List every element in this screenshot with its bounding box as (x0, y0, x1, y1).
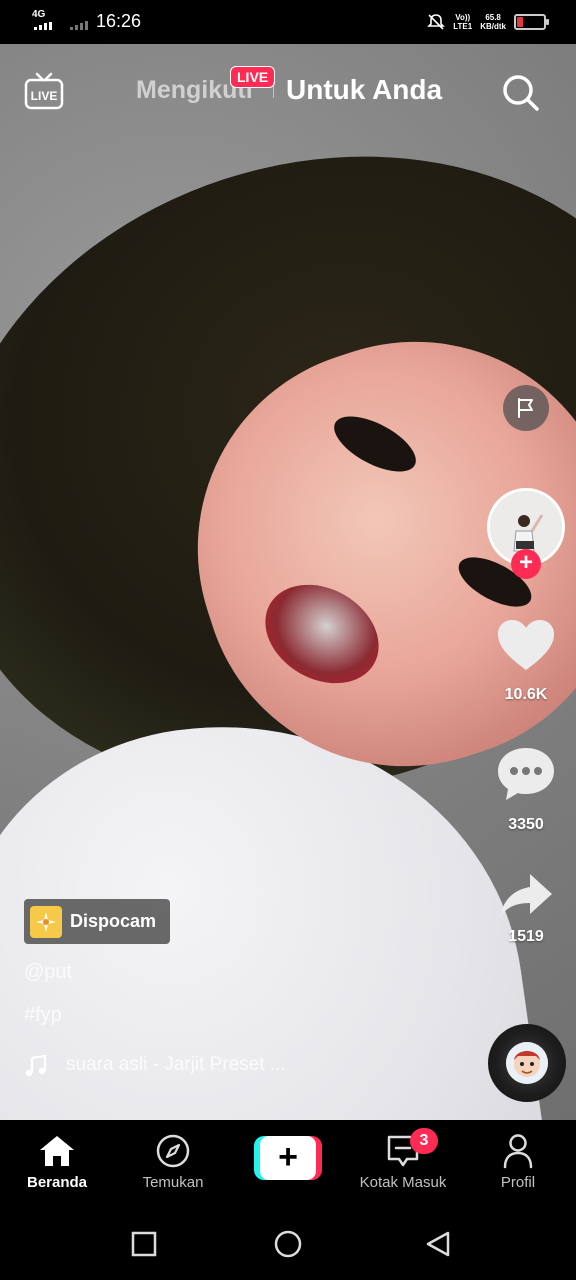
music-note-icon (25, 1054, 47, 1077)
comment-button[interactable] (496, 746, 556, 804)
tab-inbox[interactable]: Kotak Masuk (348, 1134, 458, 1191)
tab-for-you[interactable]: Untuk Anda (286, 74, 442, 106)
signal-icon (34, 22, 52, 30)
create-button[interactable]: + (254, 1136, 322, 1180)
effect-chip[interactable]: Dispocam (24, 899, 170, 944)
system-nav-bar (0, 1206, 576, 1280)
square-icon[interactable] (130, 1230, 158, 1258)
battery-icon (514, 14, 549, 30)
sparkle-icon (30, 905, 62, 938)
network-type: 4G (32, 9, 46, 20)
plus-icon: + (260, 1136, 316, 1180)
flag-icon (518, 398, 533, 418)
creator-username[interactable]: @put (24, 961, 72, 984)
status-bar: 4G 16:26 Vo)) LTE1 65.8 KB/dtk (0, 0, 576, 44)
top-nav: LIVE Mengikuti LIVE Untuk Anda (0, 44, 576, 144)
svg-text:LIVE: LIVE (31, 89, 58, 103)
tab-profile[interactable]: Profil (463, 1134, 573, 1191)
clock: 16:26 (96, 11, 142, 31)
search-icon[interactable] (500, 72, 540, 112)
sound-title[interactable]: suara asli - Jarjit Preset ... (66, 1054, 326, 1076)
tab-discover[interactable]: Temukan (118, 1134, 228, 1191)
sound-disc[interactable] (488, 1024, 566, 1102)
circle-icon[interactable] (274, 1230, 302, 1258)
sound-avatar (506, 1042, 548, 1084)
tab-discover-label: Temukan (142, 1174, 204, 1191)
live-badge: LIVE (230, 66, 276, 88)
tab-inbox-label: Kotak Masuk (359, 1174, 447, 1191)
follow-button[interactable]: + (511, 549, 541, 579)
like-button[interactable] (496, 618, 556, 678)
mute-icon (427, 14, 446, 30)
comment-icon (498, 748, 554, 800)
inbox-badge: 3 (410, 1128, 438, 1154)
tab-divider (273, 82, 274, 98)
video-player[interactable] (0, 44, 576, 1120)
tab-home[interactable]: Beranda (2, 1134, 112, 1191)
live-icon[interactable]: LIVE (24, 72, 64, 112)
share-count: 1519 (508, 928, 544, 945)
profile-icon (503, 1134, 533, 1169)
report-button[interactable] (503, 385, 549, 431)
status-right: Vo)) LTE1 65.8 KB/dtk (427, 10, 549, 34)
hashtag-link[interactable]: #fyp (24, 1004, 62, 1027)
tab-home-label: Beranda (26, 1174, 88, 1191)
share-icon (500, 874, 552, 918)
effect-label: Dispocam (70, 911, 157, 931)
bottom-tab-bar: Beranda Temukan + Kotak Masuk 3 Profil (0, 1120, 576, 1206)
compass-icon (156, 1134, 190, 1168)
signal-2-icon (70, 21, 88, 30)
tab-profile-label: Profil (500, 1174, 536, 1191)
home-icon (40, 1136, 74, 1166)
share-button[interactable] (498, 872, 554, 920)
comment-count: 3350 (508, 816, 544, 833)
back-icon[interactable] (424, 1230, 452, 1258)
like-count: 10.6K (504, 686, 548, 703)
network-speed: 65.8 KB/dtk (480, 13, 506, 31)
heart-icon (498, 620, 554, 670)
volte-indicator: Vo)) LTE1 (453, 13, 473, 31)
